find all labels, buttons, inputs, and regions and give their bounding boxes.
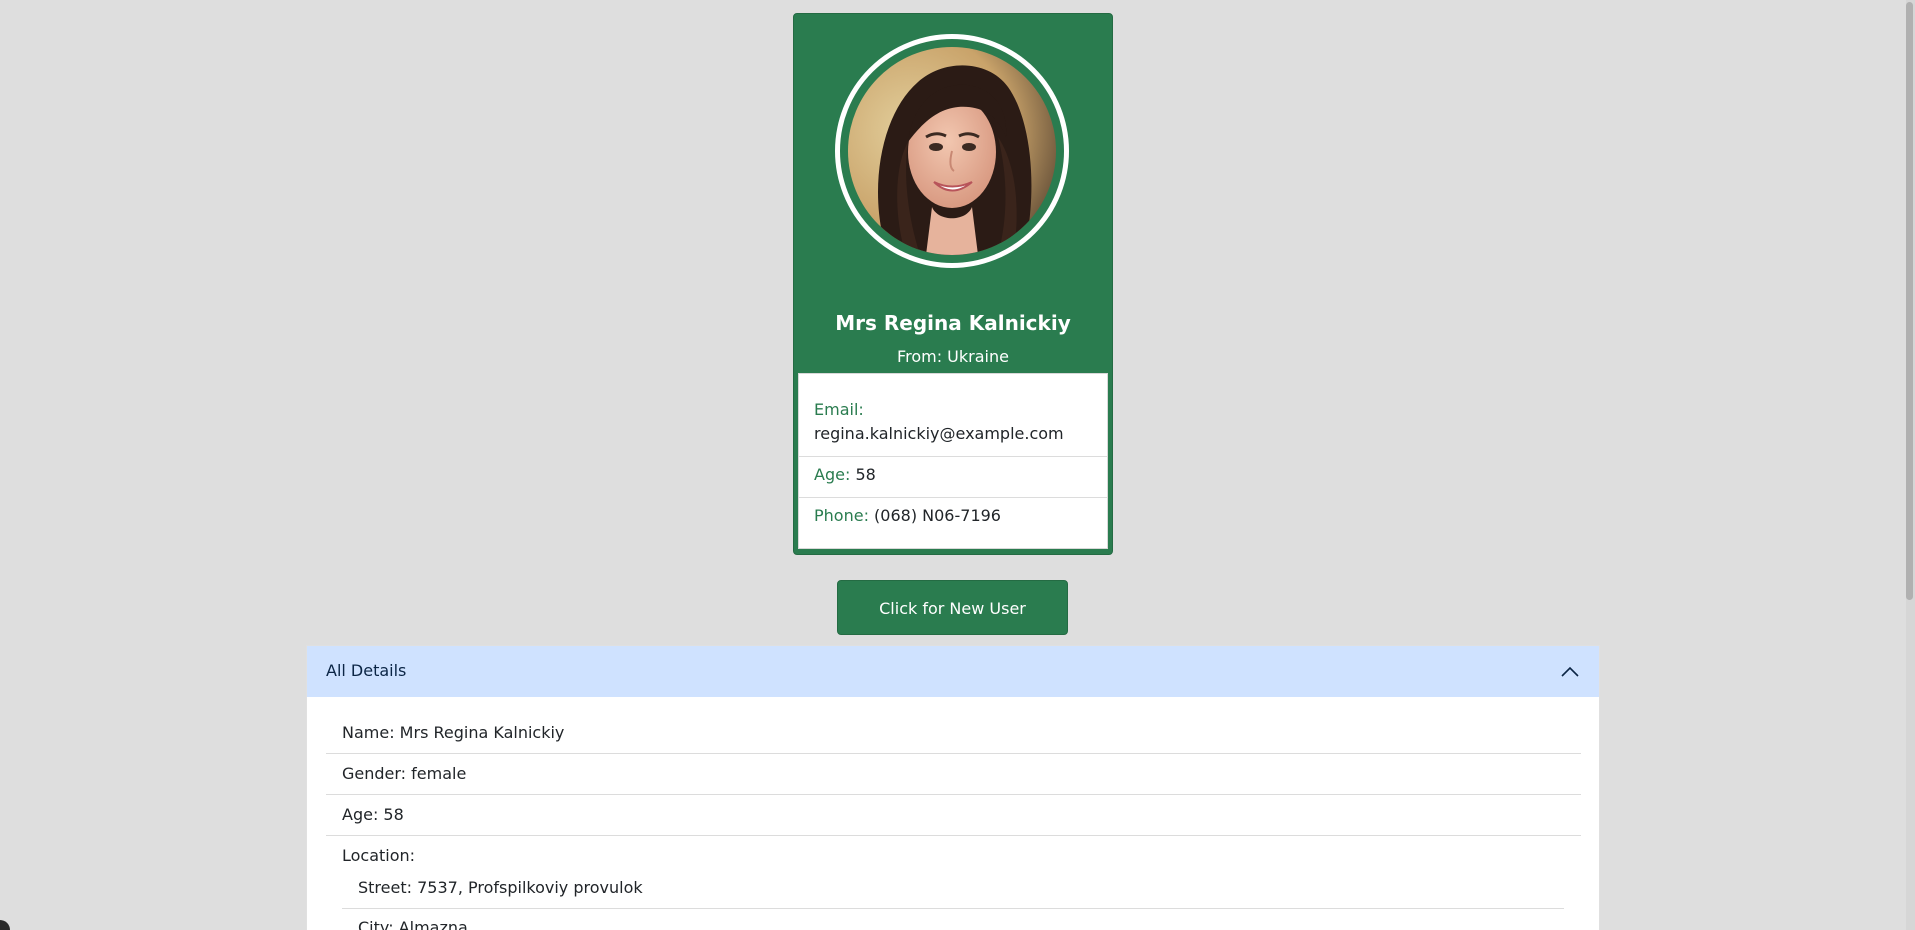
detail-gender: Gender: female xyxy=(342,764,467,783)
phone-value: (068) N06-7196 xyxy=(874,506,1001,525)
scrollbar-thumb[interactable] xyxy=(1906,2,1913,600)
detail-street: Street: 7537, Profspilkoviy provulok xyxy=(358,878,643,897)
email-value: regina.kalnickiy@example.com xyxy=(814,424,1064,443)
accordion-header[interactable]: All Details xyxy=(307,646,1599,697)
user-card: Mrs Regina Kalnickiy From: Ukraine Email… xyxy=(793,13,1113,555)
email-row: Email: xyxy=(799,398,1107,422)
detail-age: Age: 58 xyxy=(342,805,404,824)
email-value-row: regina.kalnickiy@example.com xyxy=(799,422,1107,446)
detail-location-label: Location: xyxy=(342,846,416,865)
new-user-button[interactable]: Click for New User xyxy=(837,580,1068,635)
accordion-title: All Details xyxy=(326,661,407,680)
contact-info-list: Email: regina.kalnickiy@example.com Age:… xyxy=(798,373,1108,549)
divider xyxy=(342,908,1564,909)
divider xyxy=(326,753,1581,754)
phone-label: Phone: xyxy=(814,506,869,525)
detail-city: City: Almazna xyxy=(358,918,468,930)
avatar xyxy=(848,47,1056,255)
window-corner xyxy=(0,920,10,930)
chevron-up-icon xyxy=(1561,666,1579,677)
age-row: Age: 58 xyxy=(799,463,1107,487)
details-accordion: All Details Name: Mrs Regina Kalnickiy G… xyxy=(306,645,1600,930)
divider xyxy=(799,456,1107,457)
divider xyxy=(326,835,1581,836)
phone-row: Phone: (068) N06-7196 xyxy=(799,504,1107,528)
age-label: Age: xyxy=(814,465,851,484)
avatar-ring xyxy=(835,34,1069,268)
user-name: Mrs Regina Kalnickiy xyxy=(835,311,1071,335)
page-viewport: Mrs Regina Kalnickiy From: Ukraine Email… xyxy=(0,0,1915,930)
scrollbar-track[interactable] xyxy=(1906,0,1915,930)
divider xyxy=(326,794,1581,795)
age-value: 58 xyxy=(855,465,876,484)
detail-name: Name: Mrs Regina Kalnickiy xyxy=(342,723,565,742)
avatar-photo xyxy=(848,47,1056,255)
divider xyxy=(799,497,1107,498)
user-country: From: Ukraine xyxy=(897,347,1009,366)
email-label: Email: xyxy=(814,400,864,419)
